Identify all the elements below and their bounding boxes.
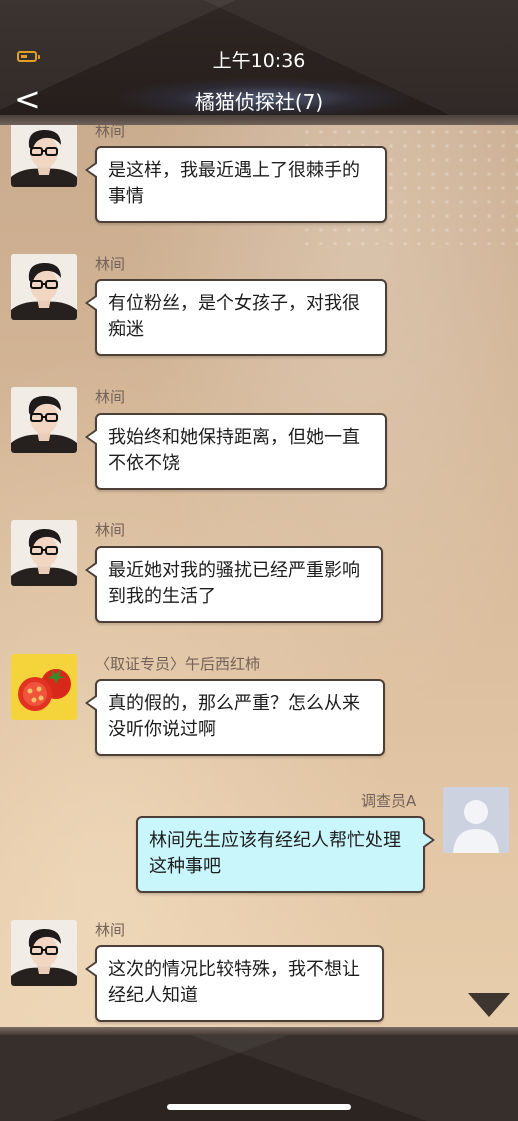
- sender-name: 调查员A: [361, 792, 417, 810]
- chat-title: 橘猫侦探社(7): [194, 90, 324, 114]
- chat-area[interactable]: 林间 是这样，我最近遇上了很棘手的 事情 林间 有位粉丝，是个女孩子，对我很 痴…: [0, 125, 518, 1027]
- sender-name: 林间: [95, 255, 126, 273]
- sender-name: 林间: [95, 125, 126, 140]
- message-line: 最近她对我的骚扰已经严重影响: [108, 560, 360, 581]
- message-bubble: 林间先生应该有经纪人帮忙处理 这种事吧: [136, 816, 435, 893]
- sender-name: 林间: [95, 921, 126, 939]
- message-bubble: 是这样，我最近遇上了很棘手的 事情: [85, 146, 387, 223]
- sender-name: 林间: [95, 388, 126, 406]
- man-with-glasses-avatar[interactable]: [11, 387, 77, 453]
- message-bubble: 这次的情况比较特殊，我不想让 经纪人知道: [85, 945, 384, 1022]
- man-with-glasses-avatar[interactable]: [11, 254, 77, 320]
- sender-name: 〈取证专员〉午后西红柿: [95, 655, 261, 673]
- message-line: 没听你说过啊: [108, 719, 216, 740]
- message-line: 事情: [108, 186, 144, 207]
- message-line: 经纪人知道: [108, 985, 198, 1006]
- message-line: 我始终和她保持距离，但她一直: [108, 427, 360, 448]
- message-line: 有位粉丝，是个女孩子，对我很: [108, 293, 360, 314]
- status-time: 上午10:36: [212, 50, 306, 72]
- top-bar: 上午10:36 < 橘猫侦探社(7): [0, 0, 518, 125]
- message-bubble: 有位粉丝，是个女孩子，对我很 痴迷: [85, 279, 387, 356]
- message-bubble: 最近她对我的骚扰已经严重影响 到我的生活了: [85, 546, 383, 623]
- message-bubble: 真的假的，那么严重？怎么从来 没听你说过啊: [85, 679, 385, 756]
- message-line: 林间先生应该有经纪人帮忙处理: [149, 830, 401, 851]
- message-line: 这种事吧: [149, 856, 221, 877]
- message-line: 这次的情况比较特殊，我不想让: [108, 959, 360, 980]
- message-bubble: 我始终和她保持距离，但她一直 不依不饶: [85, 413, 387, 490]
- home-indicator[interactable]: [167, 1104, 351, 1110]
- message-line: 痴迷: [108, 319, 144, 340]
- tomato-avatar[interactable]: [11, 654, 77, 720]
- man-with-glasses-avatar[interactable]: [11, 920, 77, 986]
- message-line: 到我的生活了: [108, 586, 216, 607]
- default-user-avatar[interactable]: [443, 787, 509, 853]
- sender-name: 林间: [95, 521, 126, 539]
- message-line: 真的假的，那么严重？怎么从来: [108, 693, 360, 714]
- message-line: 是这样，我最近遇上了很棘手的: [108, 160, 360, 181]
- triangle-down-icon[interactable]: [468, 993, 510, 1017]
- man-with-glasses-avatar[interactable]: [11, 520, 77, 586]
- man-with-glasses-avatar[interactable]: [11, 125, 77, 187]
- message-line: 不依不饶: [108, 453, 180, 474]
